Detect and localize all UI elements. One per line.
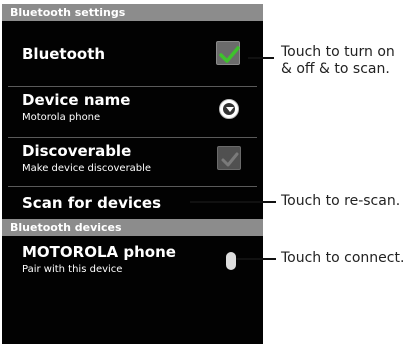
- discoverable-subtitle: Make device discoverable: [22, 163, 152, 174]
- section-header-bluetooth-settings: Bluetooth settings: [2, 4, 263, 21]
- bluetooth-toggle-row[interactable]: Bluetooth: [2, 21, 263, 86]
- callout-line-scan: [190, 201, 276, 203]
- discoverable-row[interactable]: Discoverable Make device discoverable: [2, 138, 263, 185]
- phone-screen: Bluetooth settings Bluetooth Device name…: [2, 4, 263, 344]
- bluetooth-label: Bluetooth: [22, 45, 106, 63]
- callout-bluetooth-line2: & off & to scan.: [281, 61, 390, 77]
- device-subtitle: Pair with this device: [22, 264, 123, 275]
- callout-line-bluetooth: [248, 57, 274, 59]
- section-header-bluetooth-devices: Bluetooth devices: [2, 219, 263, 236]
- checkmark-icon: [219, 46, 240, 63]
- phone-device-icon: [226, 252, 236, 270]
- callout-bluetooth-line1: Touch to turn on: [281, 44, 395, 60]
- callout-bluetooth: Touch to turn on & off & to scan.: [281, 44, 395, 78]
- device-name-label: Device name: [22, 91, 131, 109]
- device-name-row[interactable]: Device name Motorola phone: [2, 87, 263, 137]
- device-name-value: Motorola phone: [22, 112, 101, 123]
- callout-device: Touch to connect.: [281, 250, 405, 266]
- callout-line-device: [236, 258, 276, 260]
- callout-scan: Touch to re-scan.: [281, 193, 401, 209]
- scan-for-devices-row[interactable]: Scan for devices: [2, 187, 263, 219]
- discoverable-label: Discoverable: [22, 142, 132, 160]
- checkmark-icon: [221, 152, 239, 167]
- discoverable-checkbox[interactable]: [217, 146, 241, 170]
- scan-for-devices-label: Scan for devices: [22, 194, 161, 212]
- bluetooth-checkbox[interactable]: [216, 41, 240, 65]
- device-row-motorola[interactable]: MOTOROLA phone Pair with this device: [2, 236, 263, 284]
- device-title: MOTOROLA phone: [22, 243, 176, 261]
- dropdown-circle-icon[interactable]: [219, 99, 239, 119]
